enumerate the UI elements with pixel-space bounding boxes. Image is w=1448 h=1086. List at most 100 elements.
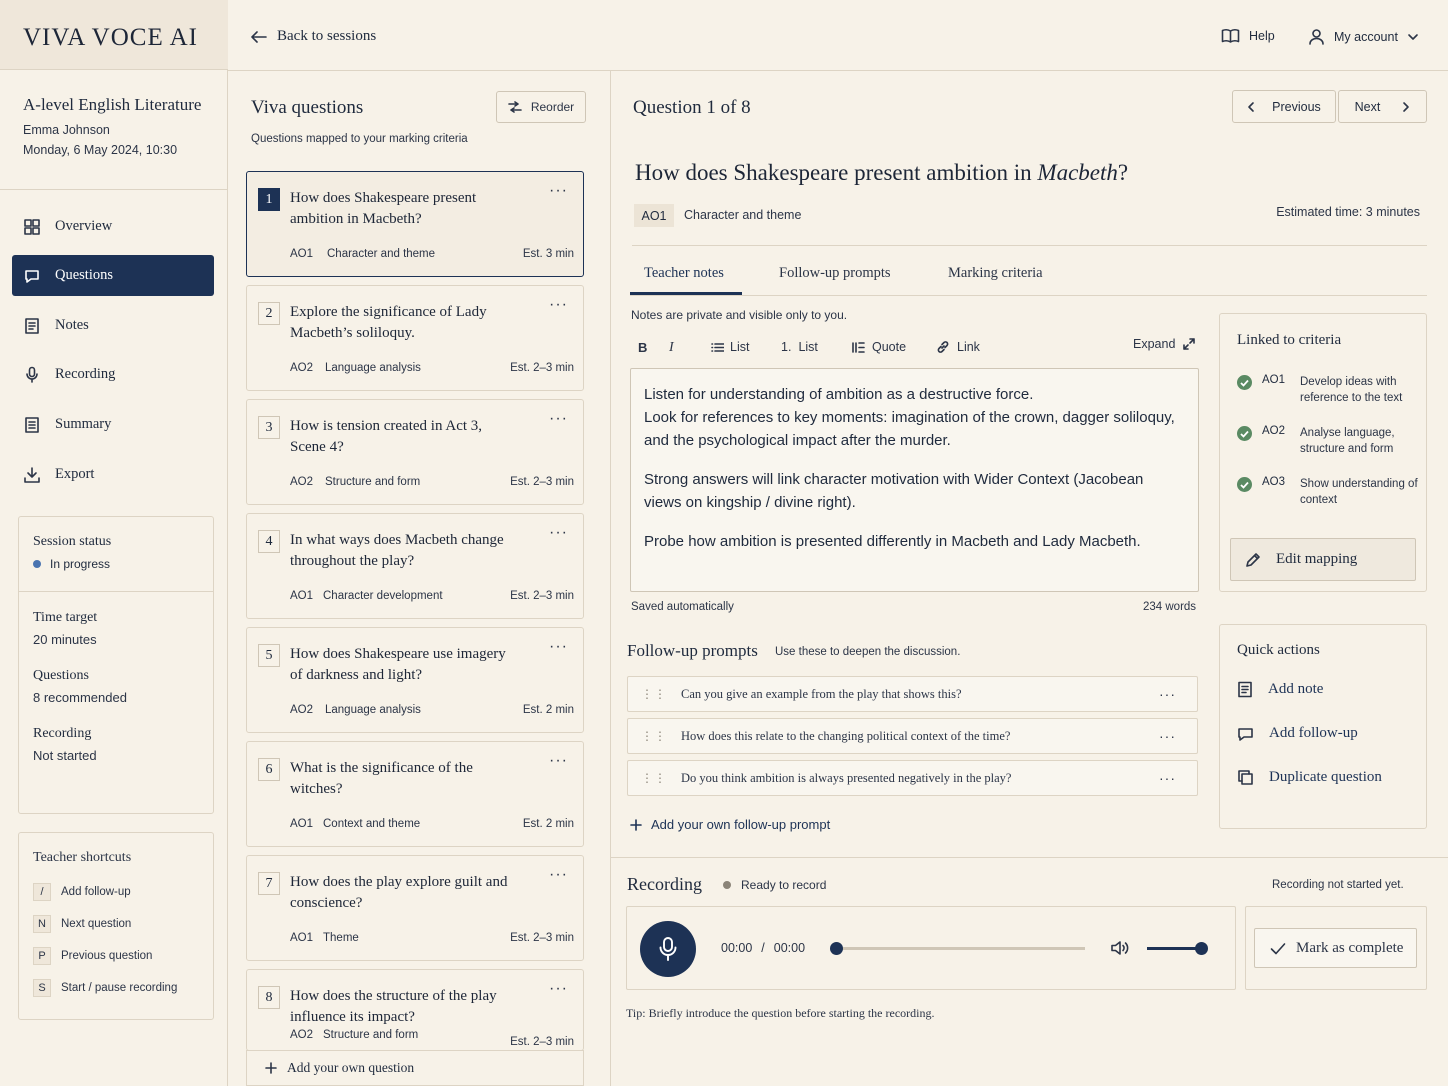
status-dot bbox=[33, 560, 41, 568]
followup-section-subtitle: Use these to deepen the discussion. bbox=[775, 646, 961, 658]
question-ao: AO1 bbox=[290, 590, 314, 602]
tab-marking-criteria[interactable]: Marking criteria bbox=[948, 265, 1043, 282]
more-options-icon[interactable]: ··· bbox=[549, 866, 568, 884]
more-options-icon[interactable]: ··· bbox=[549, 296, 568, 314]
question-ao: AO1 bbox=[290, 248, 314, 260]
more-options-icon[interactable]: ··· bbox=[549, 752, 568, 770]
edit-mapping-button[interactable]: Edit mapping bbox=[1230, 538, 1416, 581]
bullet-list-button[interactable]: List bbox=[711, 340, 749, 354]
quote-label: Quote bbox=[872, 340, 907, 354]
more-options-icon[interactable]: ··· bbox=[1159, 686, 1176, 702]
drag-handle-icon[interactable]: ⋮⋮ bbox=[641, 729, 667, 743]
more-options-icon[interactable]: ··· bbox=[549, 524, 568, 542]
next-button[interactable]: Next bbox=[1338, 90, 1427, 123]
more-options-icon[interactable]: ··· bbox=[549, 638, 568, 656]
question-theme: Language analysis bbox=[325, 704, 421, 716]
more-options-icon[interactable]: ··· bbox=[549, 410, 568, 428]
volume-icon[interactable] bbox=[1110, 939, 1130, 957]
account-menu[interactable]: My account bbox=[1308, 28, 1419, 45]
bold-button[interactable]: B bbox=[638, 340, 647, 355]
criteria-item: AO2 Analyse language, structure and form bbox=[1237, 425, 1418, 457]
nav-questions[interactable]: Questions bbox=[12, 255, 214, 296]
expand-icon bbox=[1183, 338, 1196, 350]
add-followup-prompt-label: Add your own follow-up prompt bbox=[651, 817, 831, 832]
mark-as-complete-button[interactable]: Mark as complete bbox=[1254, 928, 1417, 968]
criteria-item: AO1 Develop ideas with reference to the … bbox=[1237, 374, 1418, 406]
question-theme: Character development bbox=[323, 590, 443, 602]
followup-prompt[interactable]: ⋮⋮ How does this relate to the changing p… bbox=[627, 718, 1198, 754]
teacher-notes-editor[interactable]: Listen for understanding of ambition as … bbox=[630, 368, 1199, 592]
add-note-action[interactable]: Add note bbox=[1237, 681, 1323, 698]
mark-as-complete-label: Mark as complete bbox=[1296, 939, 1404, 956]
question-card[interactable]: 5 How does Shakespeare use imagery of dar… bbox=[246, 627, 584, 733]
question-card[interactable]: 6 What is the significance of the witches… bbox=[246, 741, 584, 847]
tab-teacher-notes[interactable]: Teacher notes bbox=[644, 265, 724, 282]
playback-scrubber[interactable] bbox=[830, 942, 843, 955]
more-options-icon[interactable]: ··· bbox=[549, 980, 568, 998]
arrow-left-icon bbox=[251, 30, 267, 43]
reorder-button[interactable]: Reorder bbox=[496, 91, 586, 123]
add-followup-prompt-button[interactable]: Add your own follow-up prompt bbox=[630, 817, 830, 832]
more-options-icon[interactable]: ··· bbox=[549, 182, 568, 200]
followup-prompt[interactable]: ⋮⋮ Can you give an example from the play … bbox=[627, 676, 1198, 712]
expand-button[interactable]: Expand bbox=[1133, 337, 1196, 351]
nav-recording[interactable]: Recording bbox=[12, 354, 214, 395]
note-paragraph: Listen for understanding of ambition as … bbox=[644, 386, 1175, 449]
duplicate-question-label: Duplicate question bbox=[1269, 769, 1382, 785]
nav-label: Summary bbox=[55, 416, 112, 432]
student-name: Emma Johnson bbox=[23, 123, 110, 137]
note-paragraph: Strong answers will link character motiv… bbox=[644, 471, 1144, 511]
question-card[interactable]: 3 How is tension created in Act 3, Scene … bbox=[246, 399, 584, 505]
help-button[interactable]: Help bbox=[1221, 28, 1275, 44]
question-card[interactable]: 1 How does Shakespeare present ambition i… bbox=[246, 171, 584, 277]
link-button[interactable]: Link bbox=[936, 340, 980, 354]
drag-handle-icon[interactable]: ⋮⋮ bbox=[641, 771, 667, 785]
previous-button[interactable]: Previous bbox=[1232, 90, 1336, 123]
nav-summary[interactable]: Summary bbox=[12, 404, 214, 445]
shortcut-label: Previous question bbox=[61, 950, 153, 962]
tab-follow-up-prompts[interactable]: Follow-up prompts bbox=[779, 265, 891, 282]
volume-slider[interactable] bbox=[1195, 942, 1208, 955]
numbered-list-button[interactable]: 1. List bbox=[781, 340, 818, 354]
question-mark: ? bbox=[1117, 160, 1129, 185]
record-button[interactable] bbox=[640, 921, 696, 977]
playback-track[interactable] bbox=[836, 947, 1085, 950]
add-note-label: Add note bbox=[1268, 681, 1324, 697]
question-number: 3 bbox=[258, 416, 280, 439]
question-card[interactable]: 4 In what ways does Macbeth change throug… bbox=[246, 513, 584, 619]
check-icon bbox=[1270, 942, 1286, 954]
question-estimate: Est. 3 min bbox=[522, 248, 574, 260]
add-own-question-button[interactable]: Add your own question bbox=[246, 1050, 584, 1086]
italic-button[interactable]: I bbox=[669, 340, 674, 356]
drag-handle-icon[interactable]: ⋮⋮ bbox=[641, 687, 667, 701]
quick-actions-title: Quick actions bbox=[1237, 642, 1320, 658]
question-card[interactable]: 7 How does the play explore guilt and con… bbox=[246, 855, 584, 961]
criteria-code: AO3 bbox=[1262, 476, 1286, 488]
question-theme: Language analysis bbox=[325, 362, 421, 374]
shortcut-key: P bbox=[33, 947, 51, 965]
quote-button[interactable]: Quote bbox=[851, 340, 906, 354]
volume-track[interactable] bbox=[1147, 947, 1202, 950]
duplicate-question-action[interactable]: Duplicate question bbox=[1237, 769, 1382, 786]
followup-prompt[interactable]: ⋮⋮ Do you think ambition is always presen… bbox=[627, 760, 1198, 796]
question-card[interactable]: 2 Explore the significance of Lady Macbet… bbox=[246, 285, 584, 391]
nav-export[interactable]: Export bbox=[12, 454, 214, 495]
account-label: My account bbox=[1334, 29, 1398, 44]
nav-overview[interactable]: Overview bbox=[12, 206, 214, 247]
back-to-sessions-link[interactable]: Back to sessions bbox=[250, 28, 376, 45]
reorder-label: Reorder bbox=[530, 100, 575, 114]
recording-status-value: Not started bbox=[33, 748, 97, 763]
question-title: How does Shakespeare present ambition in… bbox=[290, 190, 477, 227]
add-followup-action[interactable]: Add follow-up bbox=[1237, 725, 1358, 742]
back-label: Back to sessions bbox=[277, 28, 377, 44]
nav-label: Questions bbox=[55, 267, 113, 283]
question-title: In what ways does Macbeth change through… bbox=[290, 532, 504, 569]
more-options-icon[interactable]: ··· bbox=[1159, 770, 1176, 786]
list-icon bbox=[711, 342, 724, 352]
question-title: How is tension created in Act 3, Scene 4… bbox=[290, 418, 483, 455]
question-number: 7 bbox=[258, 872, 280, 895]
plus-icon bbox=[630, 818, 642, 831]
question-card[interactable]: 8 How does the structure of the play infl… bbox=[246, 969, 584, 1051]
more-options-icon[interactable]: ··· bbox=[1159, 728, 1176, 744]
nav-notes[interactable]: Notes bbox=[12, 305, 214, 346]
